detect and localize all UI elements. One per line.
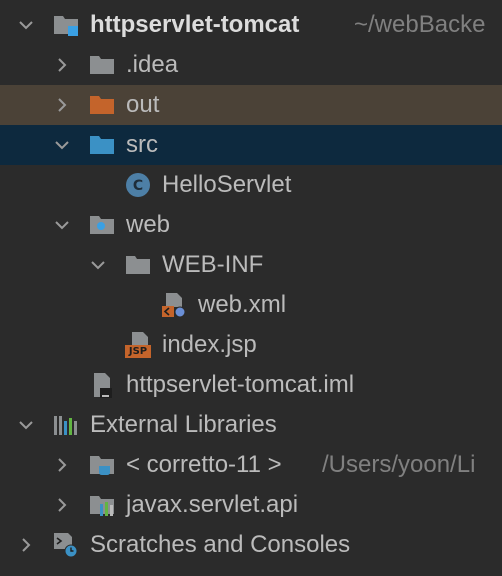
tree-row-src[interactable]: src (0, 125, 502, 165)
tree-row-out[interactable]: out (0, 85, 502, 125)
chevron-down-icon[interactable] (88, 255, 108, 275)
chevron-down-icon[interactable] (52, 135, 72, 155)
tree-row-hello-servlet[interactable]: C HelloServlet (0, 165, 502, 205)
folder-label-out: out (126, 91, 160, 118)
tree-row-iml[interactable]: httpservlet-tomcat.iml (0, 365, 502, 405)
folder-label-web-inf: WEB-INF (162, 251, 264, 278)
file-label-iml: httpservlet-tomcat.iml (126, 371, 355, 398)
java-class-icon: C (124, 171, 152, 199)
tree-row-web-inf[interactable]: WEB-INF (0, 245, 502, 285)
tree-row-index-jsp[interactable]: JSP index.jsp (0, 325, 502, 365)
external-libraries-label: External Libraries (90, 411, 277, 438)
excluded-folder-icon (88, 91, 116, 119)
iml-file-icon (88, 371, 116, 399)
jdk-folder-icon (88, 451, 116, 479)
tree-row-servlet-api[interactable]: javax.servlet.api (0, 485, 502, 525)
tree-row-jdk[interactable]: < corretto-11 > /Users/yoon/Li (0, 445, 502, 485)
project-root-path: ~/webBacke (354, 11, 486, 38)
folder-label-src: src (126, 131, 158, 158)
library-folder-icon (88, 491, 116, 519)
chevron-right-icon[interactable] (16, 535, 36, 555)
jsp-badge: JSP (128, 346, 148, 357)
source-folder-icon (88, 131, 116, 159)
chevron-down-icon[interactable] (16, 15, 36, 35)
jdk-path: /Users/yoon/Li (322, 451, 476, 478)
class-label-hello-servlet: HelloServlet (162, 171, 292, 198)
tree-row-idea[interactable]: .idea (0, 45, 502, 85)
web-folder-icon (88, 211, 116, 239)
folder-label-idea: .idea (126, 51, 179, 78)
project-root-label: httpservlet-tomcat (90, 11, 300, 38)
folder-label-web: web (126, 211, 171, 238)
project-folder-icon (52, 11, 80, 39)
file-label-index-jsp: index.jsp (162, 331, 257, 358)
folder-icon (88, 51, 116, 79)
tree-row-web-xml[interactable]: web.xml (0, 285, 502, 325)
project-tree: httpservlet-tomcat ~/webBacke .idea out … (0, 0, 502, 576)
scratches-icon (52, 531, 80, 559)
libraries-icon (52, 411, 80, 439)
library-label-servlet-api: javax.servlet.api (126, 491, 299, 518)
tree-row-external-libraries[interactable]: External Libraries (0, 405, 502, 445)
chevron-down-icon[interactable] (52, 215, 72, 235)
chevron-down-icon[interactable] (16, 415, 36, 435)
tree-row-scratches[interactable]: Scratches and Consoles (0, 525, 502, 565)
svg-text:C: C (133, 178, 143, 194)
chevron-right-icon[interactable] (52, 95, 72, 115)
jdk-label: < corretto-11 > (126, 451, 282, 478)
tree-row-project-root[interactable]: httpservlet-tomcat ~/webBacke (0, 5, 502, 45)
chevron-right-icon[interactable] (52, 495, 72, 515)
xml-file-icon (160, 291, 188, 319)
file-label-web-xml: web.xml (198, 291, 287, 318)
tree-row-web[interactable]: web (0, 205, 502, 245)
jsp-file-icon: JSP (124, 331, 152, 359)
scratches-label: Scratches and Consoles (90, 531, 351, 558)
chevron-right-icon[interactable] (52, 455, 72, 475)
chevron-right-icon[interactable] (52, 55, 72, 75)
folder-icon (124, 251, 152, 279)
